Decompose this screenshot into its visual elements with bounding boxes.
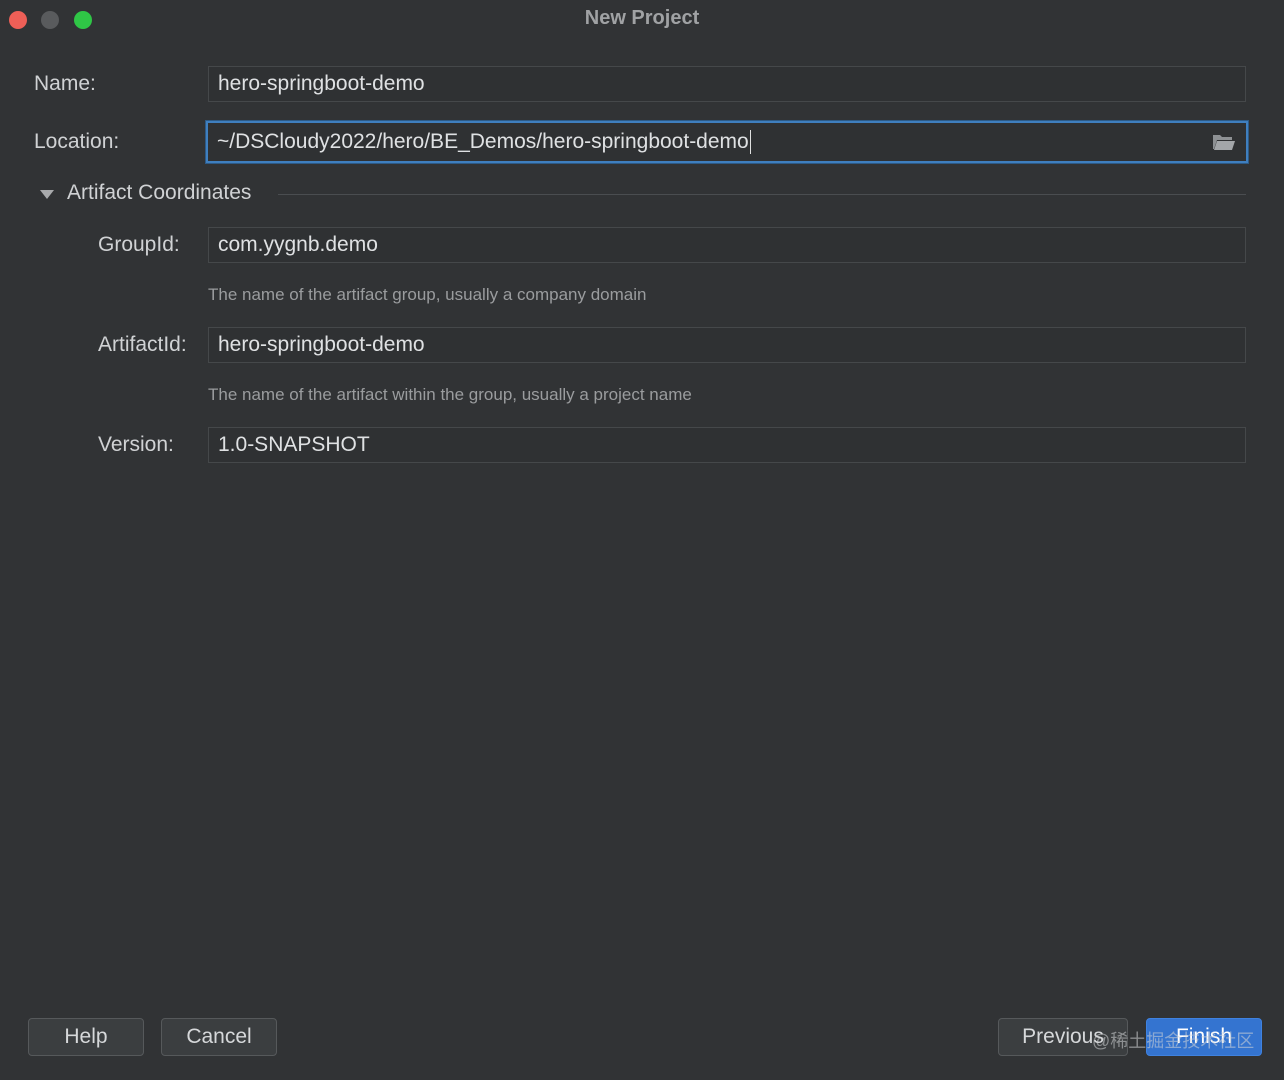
cancel-button[interactable]: Cancel (161, 1018, 277, 1056)
groupid-input[interactable]: com.yygnb.demo (208, 227, 1246, 263)
artifactid-input-value: hero-springboot-demo (218, 333, 425, 356)
title-bar: New Project (0, 0, 1284, 40)
groupid-hint: The name of the artifact group, usually … (208, 285, 647, 304)
name-input-value: hero-springboot-demo (218, 72, 425, 95)
artifactid-hint: The name of the artifact within the grou… (208, 385, 692, 404)
groupid-label: GroupId: (98, 233, 180, 256)
window-title: New Project (584, 7, 700, 29)
location-label: Location: (34, 130, 120, 153)
location-input-value: ~/DSCloudy2022/hero/BE_Demos/hero-spring… (217, 130, 749, 153)
new-project-dialog: New Project Name: hero-springboot-demo L… (0, 0, 1284, 1080)
artifactid-label: ArtifactId: (98, 333, 187, 356)
location-input[interactable]: ~/DSCloudy2022/hero/BE_Demos/hero-spring… (206, 121, 1248, 163)
groupid-input-value: com.yygnb.demo (218, 233, 378, 256)
artifactid-input[interactable]: hero-springboot-demo (208, 327, 1246, 363)
triangle-down-icon[interactable] (40, 190, 54, 199)
version-input-value: 1.0-SNAPSHOT (218, 433, 370, 456)
folder-icon[interactable] (1212, 132, 1236, 152)
name-label: Name: (34, 72, 96, 95)
version-input[interactable]: 1.0-SNAPSHOT (208, 427, 1246, 463)
section-divider (278, 194, 1246, 195)
name-input[interactable]: hero-springboot-demo (208, 66, 1246, 102)
watermark: @稀土掘金技术社区 (1092, 1031, 1255, 1051)
version-label: Version: (98, 433, 174, 456)
artifact-coordinates-header[interactable]: Artifact Coordinates (67, 181, 251, 205)
text-caret (749, 130, 751, 155)
help-button[interactable]: Help (28, 1018, 144, 1056)
